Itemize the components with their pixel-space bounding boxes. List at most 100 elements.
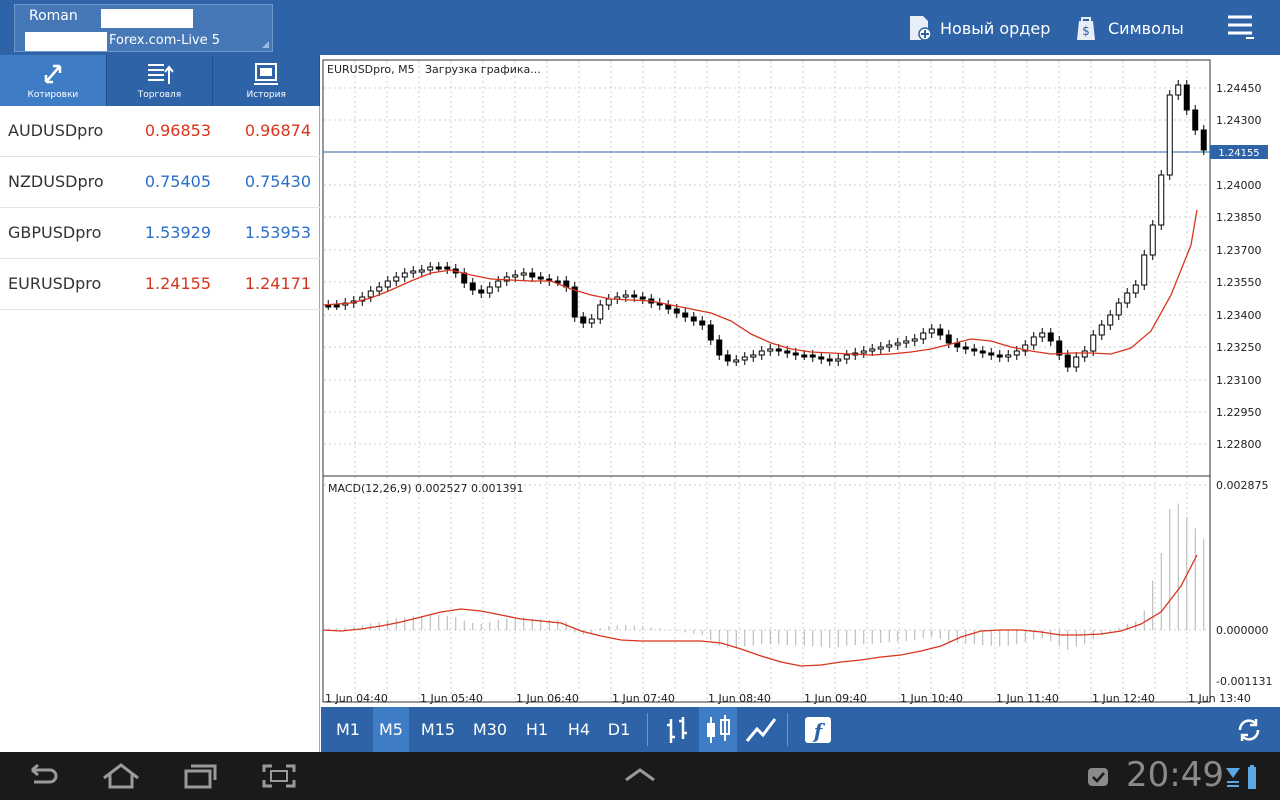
price-chart[interactable]: 1.24155 1.24450 1.24300 1.24000 1.23850 …: [321, 55, 1280, 707]
quote-ask: 0.96874: [244, 121, 311, 140]
candle-body: [690, 316, 697, 322]
candle-body: [597, 304, 604, 320]
time-tick-label: 1 Jun 13:40: [1188, 692, 1251, 705]
quote-row[interactable]: EURUSDpro 1.24155 1.24171: [0, 259, 320, 310]
timeframe-m5-button[interactable]: M5: [373, 707, 409, 752]
new-order-button[interactable]: Новый ордер: [908, 14, 1050, 42]
candle-body: [1132, 284, 1139, 294]
recent-apps-icon: [184, 764, 217, 789]
candle-body: [928, 328, 935, 334]
time-tick-label: 1 Jun 05:40: [420, 692, 483, 705]
candle-body: [911, 338, 918, 342]
quote-symbol: NZDUSDpro: [8, 172, 104, 191]
time-tick-label: 1 Jun 07:40: [612, 692, 675, 705]
arrows-icon: [44, 64, 62, 83]
redacted-block: [101, 9, 193, 28]
panel-tabs: Котировки Торговля История: [0, 55, 321, 106]
quote-row[interactable]: NZDUSDpro 0.75405 0.75430: [0, 157, 320, 208]
top-bar: Roman Forex.com-Live 5 Новый ордер $ Сим…: [0, 0, 1280, 55]
current-price-label: 1.24155: [1218, 148, 1259, 159]
candle-body: [750, 354, 757, 358]
candle-body: [996, 354, 1003, 358]
price-tick-label: 1.23400: [1216, 309, 1262, 322]
timeframe-h4-button[interactable]: H4: [561, 707, 597, 752]
function-icon: f: [805, 717, 831, 743]
bar-chart-icon: [667, 717, 687, 743]
candle-body: [665, 304, 672, 310]
refresh-button[interactable]: [1235, 716, 1263, 744]
tab-trade[interactable]: Торговля: [107, 55, 214, 106]
candle-body: [622, 294, 629, 298]
app-drawer-button[interactable]: [622, 766, 658, 786]
candlestick-button[interactable]: [699, 707, 737, 752]
candlestick-series: [325, 80, 1207, 372]
candle-body: [512, 274, 519, 278]
candle-body: [1030, 336, 1037, 346]
trade-list-icon: [147, 63, 174, 84]
symbols-button[interactable]: $ Символы: [1076, 14, 1184, 42]
timeframe-m15-button[interactable]: M15: [417, 707, 459, 752]
tab-history[interactable]: История: [213, 55, 321, 106]
quote-symbol: EURUSDpro: [8, 274, 102, 293]
candle-body: [699, 320, 706, 326]
menu-button[interactable]: [1226, 14, 1258, 42]
macd-histogram: [327, 503, 1205, 650]
candle-body: [1158, 174, 1165, 226]
candle-body: [1047, 332, 1054, 342]
candle-body: [495, 280, 502, 288]
candle-body: [1175, 84, 1182, 96]
quote-symbol: AUDUSDpro: [8, 121, 104, 140]
candle-body: [631, 294, 638, 298]
candle-body: [367, 290, 374, 298]
home-button[interactable]: [100, 762, 142, 790]
back-button[interactable]: [22, 762, 60, 790]
candle-body: [1098, 324, 1105, 336]
candle-body: [418, 269, 425, 273]
candle-body: [469, 282, 476, 291]
indicators-button[interactable]: f: [803, 715, 833, 745]
quote-ask: 0.75430: [244, 172, 311, 191]
line-chart-button[interactable]: [741, 707, 779, 752]
chart-area[interactable]: 1.24155 1.24450 1.24300 1.24000 1.23850 …: [321, 55, 1280, 707]
timeframe-d1-button[interactable]: D1: [601, 707, 637, 752]
price-tick-label: 1.22950: [1216, 406, 1262, 419]
chart-grid: [324, 61, 1209, 701]
timeframe-h1-button[interactable]: H1: [519, 707, 555, 752]
candle-body: [809, 354, 816, 358]
redacted-block: [25, 32, 107, 51]
candlestick-icon: [707, 715, 730, 743]
candle-body: [571, 286, 578, 318]
account-selector[interactable]: Roman Forex.com-Live 5: [14, 4, 273, 52]
tab-quotes[interactable]: Котировки: [0, 55, 107, 106]
price-tick-label: 1.23100: [1216, 374, 1262, 387]
quote-bid: 0.75405: [144, 172, 211, 191]
screenshot-button[interactable]: [260, 762, 298, 790]
timeframe-m30-button[interactable]: M30: [469, 707, 511, 752]
time-tick-label: 1 Jun 06:40: [516, 692, 579, 705]
candle-body: [937, 328, 944, 336]
candle-body: [427, 266, 434, 271]
price-tick-label: 1.23250: [1216, 341, 1262, 354]
candle-body: [835, 358, 842, 362]
price-tick-label: 1.23700: [1216, 244, 1262, 257]
candle-body: [1141, 254, 1148, 286]
timeframe-m1-button[interactable]: M1: [329, 707, 367, 752]
menu-icon: [1228, 15, 1254, 39]
status-clock: 20:49: [1126, 755, 1224, 795]
candle-body: [860, 350, 867, 354]
candle-body: [682, 312, 689, 318]
recent-apps-button[interactable]: [182, 762, 218, 790]
quotes-panel: Котировки Торговля История AUDUSDpro 0.9…: [0, 55, 321, 752]
tab-quotes-label: Котировки: [27, 89, 79, 100]
notification-icon[interactable]: [1086, 766, 1110, 788]
candle-body: [1073, 356, 1080, 368]
bar-chart-button[interactable]: [659, 707, 695, 752]
system-nav-bar: 20:49: [0, 752, 1280, 800]
toolbar-divider: [787, 713, 788, 746]
quote-row[interactable]: AUDUSDpro 0.96853 0.96874: [0, 106, 320, 157]
candle-body: [869, 348, 876, 352]
time-tick-label: 1 Jun 12:40: [1092, 692, 1155, 705]
quote-row[interactable]: GBPUSDpro 1.53929 1.53953: [0, 208, 320, 259]
candle-body: [580, 316, 587, 324]
signal-battery-icon: [1226, 765, 1256, 789]
